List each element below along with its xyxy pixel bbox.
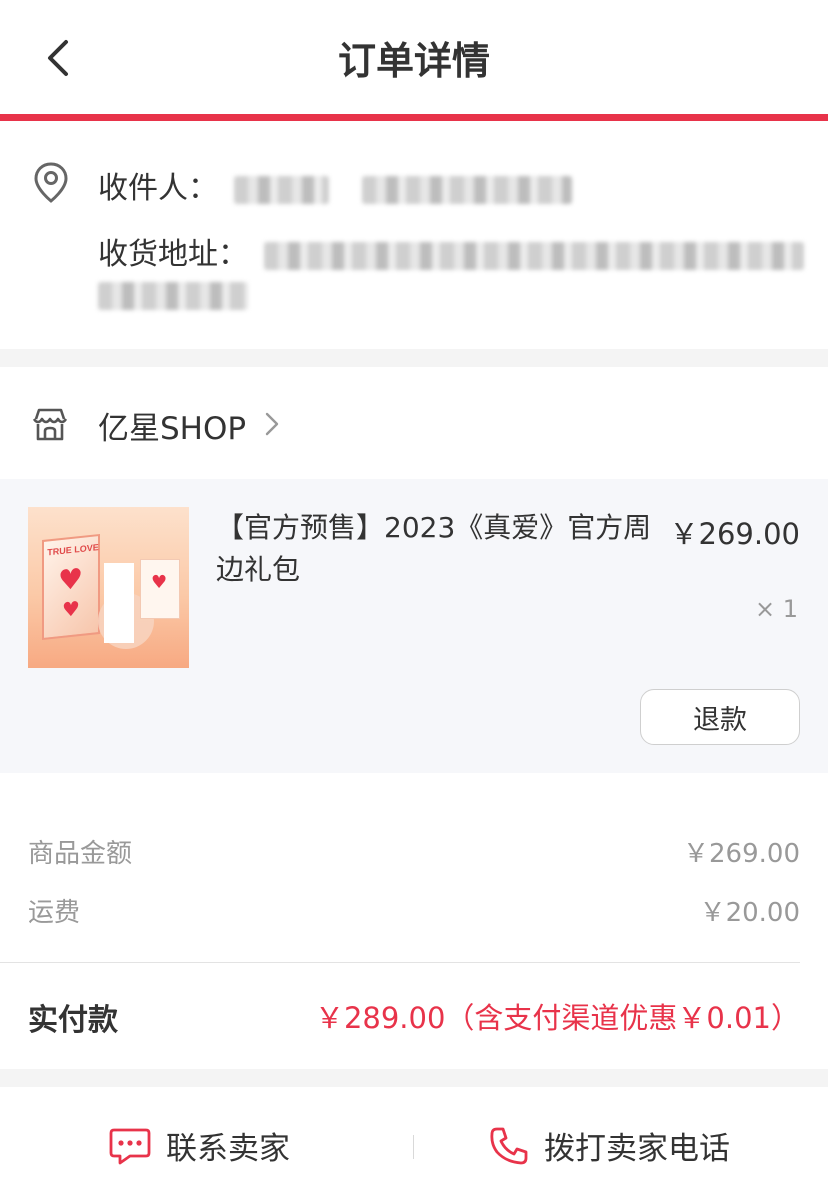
phone-icon <box>490 1127 528 1164</box>
store-icon <box>32 408 68 441</box>
shipping-label: 运费 <box>28 898 81 928</box>
address-line2-redacted <box>98 281 248 310</box>
payment-summary: 商品金额 ￥269.00 运费 ￥20.00 实付款 ￥289.00（含支付渠道… <box>0 773 828 1069</box>
location-pin-icon <box>34 162 68 203</box>
contact-seller-button[interactable]: 联系卖家 <box>108 1123 290 1168</box>
goods-amount-value: ￥269.00 <box>683 839 800 869</box>
product-price: ￥269.00 <box>669 517 800 551</box>
product-image[interactable]: TRUE LOVE ♥ ♥ ♥ <box>28 507 189 668</box>
footer-bar: 联系卖家 拨打卖家电话 <box>0 1087 828 1200</box>
product-image-text: TRUE LOVE <box>47 542 99 558</box>
section-gap <box>0 1069 828 1087</box>
product-title[interactable]: 【官方预售】2023《真爱》官方周边礼包 <box>216 507 656 591</box>
recipient-row: 收件人： <box>98 163 573 207</box>
address-line2 <box>98 277 248 312</box>
divider <box>0 962 800 963</box>
product-card[interactable]: TRUE LOVE ♥ ♥ ♥ 【官方预售】2023《真爱》官方周边礼包 ￥26… <box>0 479 828 773</box>
address-label: 收货地址： <box>98 237 248 272</box>
shipping-value: ￥20.00 <box>699 898 800 928</box>
shop-name: 亿星SHOP <box>98 411 247 447</box>
chevron-right-icon <box>265 412 279 436</box>
goods-amount-label: 商品金额 <box>28 839 133 869</box>
heart-icon: ♥ <box>58 561 84 598</box>
page-title: 订单详情 <box>337 39 490 83</box>
shop-row[interactable]: 亿星SHOP <box>0 367 828 479</box>
address-section: 收件人： 收货地址： <box>0 121 828 349</box>
address-row: 收货地址： <box>98 229 804 273</box>
chat-icon <box>109 1128 151 1164</box>
call-seller-button[interactable]: 拨打卖家电话 <box>488 1123 730 1168</box>
heart-icon: ♥ <box>62 596 80 622</box>
heart-icon: ♥ <box>151 572 168 593</box>
product-image-card <box>104 563 134 643</box>
paid-value: ￥289.00（含支付渠道优惠￥0.01） <box>314 1001 800 1035</box>
header-accent-bar <box>0 114 828 121</box>
address-line-redacted <box>263 241 804 270</box>
header: 订单详情 <box>0 0 828 116</box>
recipient-phone-redacted <box>362 175 573 204</box>
product-image-book: TRUE LOVE ♥ ♥ <box>42 533 100 641</box>
paid-label: 实付款 <box>28 1003 118 1038</box>
product-quantity: × 1 <box>754 595 798 623</box>
refund-button[interactable]: 退款 <box>640 689 800 745</box>
recipient-label: 收件人： <box>98 171 218 206</box>
product-image-card2: ♥ <box>140 559 180 619</box>
call-seller-label: 拨打卖家电话 <box>544 1131 730 1167</box>
contact-seller-label: 联系卖家 <box>166 1131 290 1167</box>
recipient-name-redacted <box>233 175 329 204</box>
footer-divider <box>413 1135 414 1159</box>
section-gap <box>0 349 828 367</box>
